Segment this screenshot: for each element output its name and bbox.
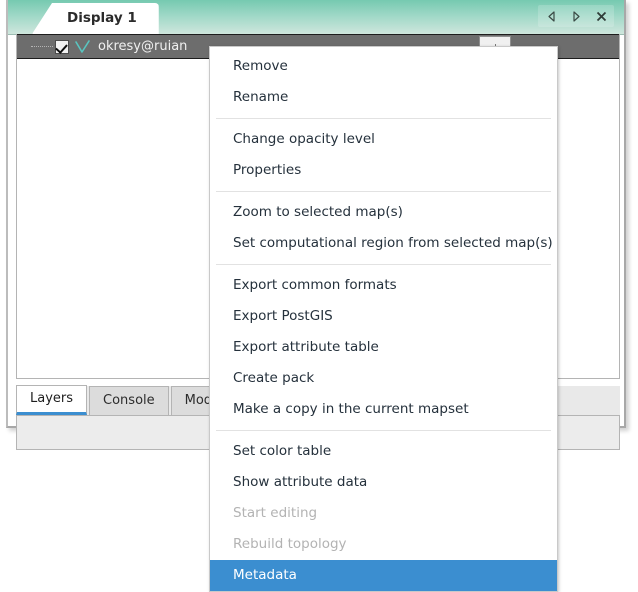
menu-item-show-attribute-data[interactable]: Show attribute data xyxy=(210,467,557,498)
next-icon[interactable] xyxy=(565,6,587,26)
previous-icon[interactable] xyxy=(540,6,562,26)
tab-layers-label: Layers xyxy=(30,391,74,406)
tree-indent-line xyxy=(31,34,55,59)
tab-layers[interactable]: Layers xyxy=(16,385,88,415)
menu-item-export-common-formats[interactable]: Export common formats xyxy=(210,270,557,301)
layer-context-menu[interactable]: Remove Rename Change opacity level Prope… xyxy=(209,46,558,592)
display-window-controls xyxy=(538,5,614,27)
menu-item-rename[interactable]: Rename xyxy=(210,82,557,113)
layer-visibility-checkbox[interactable] xyxy=(55,39,69,54)
close-icon[interactable] xyxy=(590,6,612,26)
menu-separator xyxy=(216,264,551,265)
layer-name-label: okresy@ruian xyxy=(98,39,188,54)
menu-item-remove[interactable]: Remove xyxy=(210,51,557,82)
display-tab-bar: Display 1 xyxy=(8,0,624,35)
menu-item-rebuild-topology: Rebuild topology xyxy=(233,536,347,552)
menu-item-start-editing: Start editing xyxy=(233,505,318,521)
menu-item-export-attribute-table[interactable]: Export attribute table xyxy=(210,332,557,363)
menu-item-export-postgis[interactable]: Export PostGIS xyxy=(210,301,557,332)
menu-item-change-opacity-level[interactable]: Change opacity level xyxy=(210,124,557,155)
menu-item-metadata[interactable]: Metadata xyxy=(210,560,557,591)
menu-item-set-color-table[interactable]: Set color table xyxy=(210,436,557,467)
vector-layer-icon xyxy=(74,39,92,55)
menu-item-set-computational-region[interactable]: Set computational region from selected m… xyxy=(210,228,557,259)
tab-display-1[interactable]: Display 1 xyxy=(32,3,159,34)
menu-item-zoom-to-selected-maps[interactable]: Zoom to selected map(s) xyxy=(210,197,557,228)
tab-console[interactable]: Console xyxy=(89,386,169,415)
menu-separator xyxy=(216,430,551,431)
menu-separator xyxy=(216,118,551,119)
menu-item-properties[interactable]: Properties xyxy=(210,155,557,186)
display-tab-label: Display 1 xyxy=(67,10,137,26)
menu-separator xyxy=(216,191,551,192)
menu-item-make-a-copy-in-the-current-mapset[interactable]: Make a copy in the current mapset xyxy=(210,394,557,425)
tab-console-label: Console xyxy=(103,393,155,408)
menu-item-create-pack[interactable]: Create pack xyxy=(210,363,557,394)
